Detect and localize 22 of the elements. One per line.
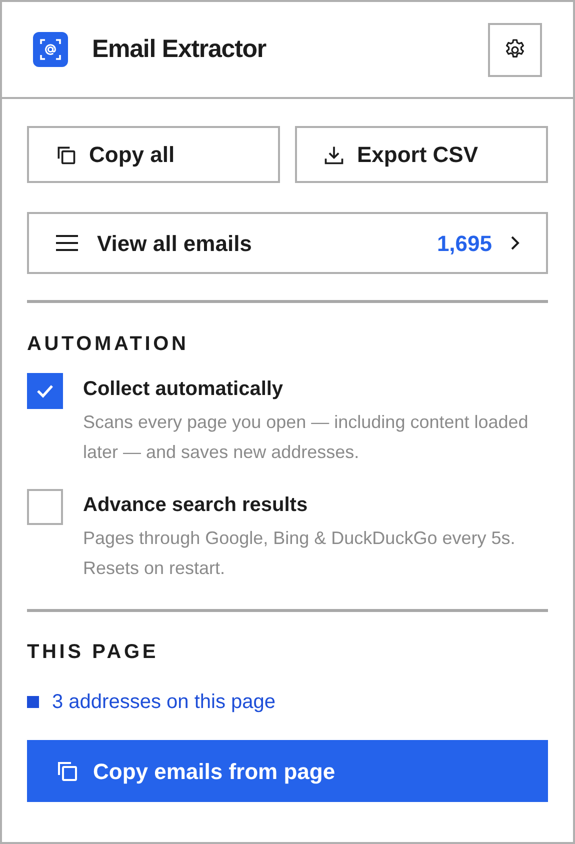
option-label[interactable]: Collect automatically (83, 373, 548, 405)
checkbox[interactable] (27, 373, 63, 409)
bullet-icon (27, 696, 39, 708)
option-description: Pages through Google, Bing & DuckDuckGo every 5s. Resets on restart. (83, 527, 516, 580)
settings-button[interactable] (488, 22, 542, 76)
export-button[interactable]: Export CSV (295, 126, 548, 183)
section-heading: THIS PAGE (27, 640, 160, 665)
logo-icon (33, 32, 68, 67)
email-count: 1,695 (436, 230, 492, 258)
checkbox[interactable] (27, 489, 63, 525)
menu-icon (55, 234, 79, 252)
chevron-right-icon (510, 235, 520, 251)
view-all-emails-button[interactable]: View all emails 1,695 (27, 212, 548, 274)
option-label[interactable]: Advance search results (83, 489, 548, 521)
copy-emails-button[interactable]: Copy emails from page (27, 740, 548, 802)
check-icon (35, 383, 55, 399)
copy-icon (55, 759, 79, 783)
section-heading: AUTOMATION (27, 332, 190, 357)
copy-button[interactable]: Copy all (27, 126, 280, 183)
option-description: Scans every page you open — including content loaded later — and saves new addresses. (83, 411, 530, 464)
addresses-link[interactable]: 3 addresses on this page (52, 687, 276, 717)
app-title: Email Extractor (92, 34, 266, 65)
